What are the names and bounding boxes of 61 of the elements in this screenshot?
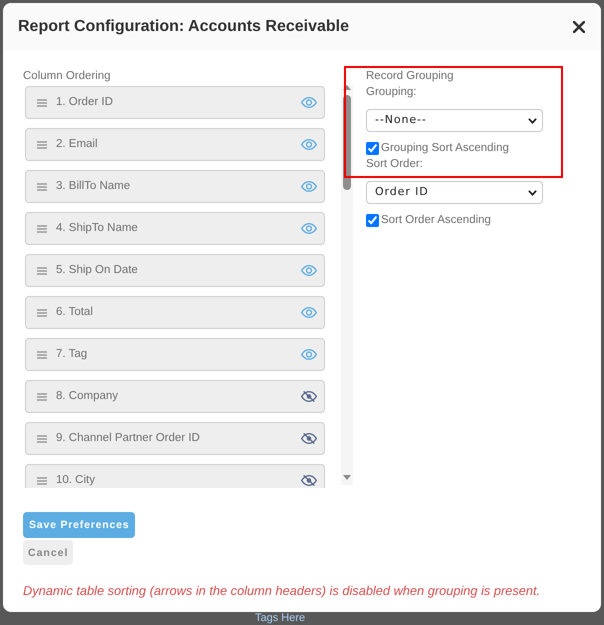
section-label: Column Ordering [23,69,112,84]
eye-icon[interactable] [301,265,317,276]
column-item[interactable]: 4. ShipTo Name [25,212,325,245]
eye-icon[interactable] [301,349,317,360]
field-label: Grouping: [366,85,418,100]
column-item[interactable]: 6. Total [25,296,325,329]
column-name: 8. Company [56,389,120,404]
drag-handle-icon[interactable] [37,98,47,106]
drag-handle-icon[interactable] [37,476,47,484]
column-name: 2. Email [56,137,99,152]
column-item[interactable]: 9. Channel Partner Order ID [25,422,325,455]
column-name: 10. City [56,473,96,488]
eye-icon[interactable] [301,97,317,108]
column-name: 5. Ship On Date [56,263,139,278]
column-item[interactable]: 1. Order ID [25,86,325,119]
section-label: Record Grouping [366,69,455,84]
save-button[interactable]: Save Preferences [23,512,136,538]
scroll-down-icon[interactable] [343,475,351,480]
close-icon[interactable] [573,20,585,32]
drag-handle-icon[interactable] [37,182,47,190]
dialog-title: Report Configuration: Accounts Receivable [18,16,349,36]
drag-handle-icon[interactable] [37,266,47,274]
column-name: 4. ShipTo Name [56,221,139,236]
checkbox-label: Grouping Sort Ascending [381,141,509,156]
column-item[interactable]: 5. Ship On Date [25,254,325,287]
column-name: 1. Order ID [56,95,114,110]
scroll-up-icon[interactable] [343,85,351,90]
sort-order-select[interactable]: Order ID [366,181,543,204]
column-name: 3. BillTo Name [56,179,132,194]
column-item[interactable]: 7. Tag [25,338,325,371]
drag-handle-icon[interactable] [37,308,47,316]
chevron-down-icon [528,118,537,124]
drag-handle-icon[interactable] [37,140,47,148]
sort-ascending-checkbox[interactable] [366,214,379,226]
cancel-button[interactable]: Cancel [23,540,74,565]
eye-icon[interactable] [301,139,317,150]
field-label: Sort Order: [366,157,424,172]
eye-slash-icon[interactable] [301,433,317,444]
column-name: 9. Channel Partner Order ID [56,431,201,446]
eye-icon[interactable] [301,223,317,234]
column-item[interactable]: 2. Email [25,128,325,161]
eye-icon[interactable] [301,181,317,192]
column-item[interactable]: 10. City [25,464,325,488]
drag-handle-icon[interactable] [37,434,47,442]
checkbox-label: Sort Order Ascending [381,213,491,228]
grouping-ascending-checkbox[interactable] [366,142,379,154]
drag-handle-icon[interactable] [37,224,47,232]
column-name: 6. Total [56,305,94,320]
eye-icon[interactable] [301,307,317,318]
grouping-select[interactable]: --None-- [366,109,543,132]
column-item[interactable]: 8. Company [25,380,325,413]
column-item[interactable]: 3. BillTo Name [25,170,325,203]
scrollbar-track[interactable] [341,85,353,485]
drag-handle-icon[interactable] [37,350,47,358]
background-text: Tags Here [255,612,306,625]
eye-slash-icon[interactable] [301,391,317,402]
warning-note: Dynamic table sorting (arrows in the column headers) is disabled when grouping is present. [23,582,542,600]
eye-slash-icon[interactable] [301,475,317,486]
chevron-down-icon [528,190,537,196]
drag-handle-icon[interactable] [37,392,47,400]
column-name: 7. Tag [56,347,88,362]
